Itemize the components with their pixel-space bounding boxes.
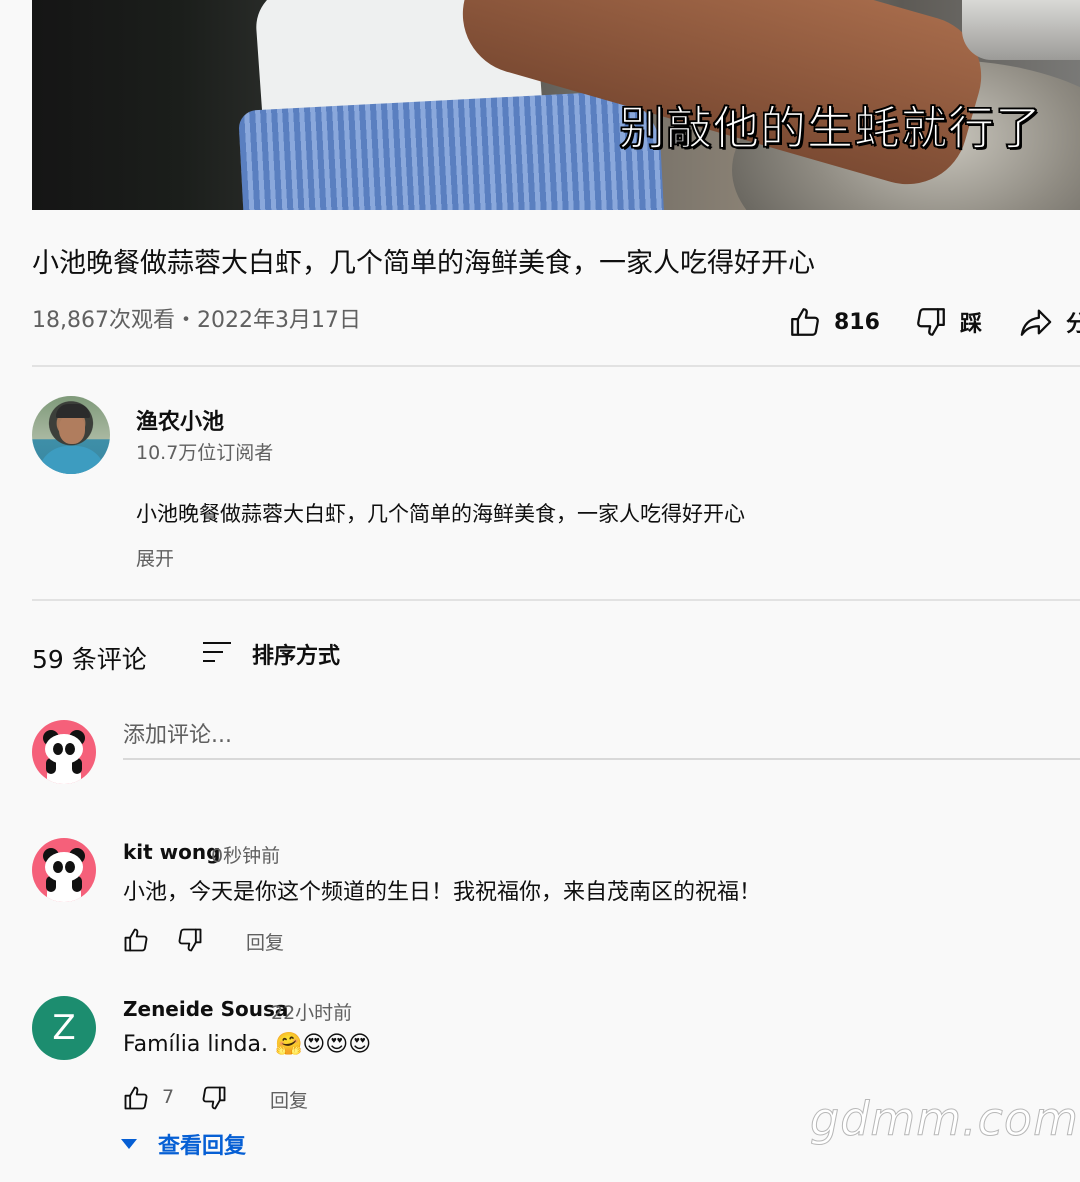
- divider: [32, 365, 1080, 367]
- thumbs-up-icon: [122, 928, 150, 958]
- channel-subscribers: 10.7万位订阅者: [136, 442, 274, 464]
- share-icon: [1018, 305, 1054, 339]
- comment-like-button[interactable]: [122, 926, 150, 958]
- comment-dislike-button[interactable]: [200, 1084, 228, 1116]
- channel-avatar[interactable]: [32, 396, 110, 474]
- comment-text: Família linda. 🤗😍😍😍: [123, 1032, 372, 1057]
- video-frame-pan: [962, 0, 1080, 60]
- sort-icon: [200, 638, 234, 670]
- add-comment-input[interactable]: 添加评论...: [123, 718, 1080, 760]
- dislike-button[interactable]: 踩: [914, 302, 982, 342]
- thumbs-up-icon: [788, 305, 822, 339]
- comment-avatar[interactable]: [32, 838, 96, 902]
- caret-down-icon: [120, 1135, 138, 1154]
- comment-avatar[interactable]: Z: [32, 996, 96, 1060]
- video-watch-page: 别敲他的生蚝就行了 小池晚餐做蒜蓉大白虾，几个简单的海鲜美食，一家人吃得好开心 …: [0, 0, 1080, 1182]
- channel-name[interactable]: 渔农小池: [136, 404, 224, 436]
- expand-description-button[interactable]: 展开: [136, 544, 174, 571]
- video-meta: 18,867次观看・2022年3月17日: [32, 308, 361, 333]
- reply-button[interactable]: 回复: [270, 1086, 308, 1113]
- comment-author[interactable]: kit wong: [123, 840, 220, 864]
- thumbs-down-icon: [914, 305, 948, 339]
- watermark: gdmm.com: [810, 1092, 1079, 1147]
- video-frame-apron: [238, 89, 666, 210]
- comment-like-count: 7: [162, 1086, 175, 1108]
- comment-author[interactable]: Zeneide Sousa: [123, 997, 288, 1021]
- divider: [32, 599, 1080, 601]
- video-title: 小池晚餐做蒜蓉大白虾，几个简单的海鲜美食，一家人吃得好开心: [32, 248, 815, 279]
- like-count: 816: [834, 309, 880, 335]
- thumbs-down-icon: [176, 928, 204, 958]
- comment-dislike-button[interactable]: [176, 926, 204, 958]
- sort-label: 排序方式: [252, 644, 341, 669]
- video-description: 小池晚餐做蒜蓉大白虾，几个简单的海鲜美食，一家人吃得好开心: [136, 502, 745, 526]
- like-button[interactable]: 816: [788, 302, 880, 342]
- thumbs-down-icon: [200, 1086, 228, 1116]
- comment-like-button[interactable]: [122, 1084, 150, 1116]
- comment-text: 小池，今天是你这个频道的生日！我祝福你，来自茂南区的祝福！: [123, 880, 762, 905]
- view-replies-button[interactable]: 查看回复: [120, 1128, 246, 1160]
- comment-time[interactable]: 0秒钟前: [211, 841, 280, 868]
- sort-button[interactable]: 排序方式: [200, 638, 340, 670]
- dislike-label: 踩: [960, 312, 983, 337]
- comment-count: 59 条评论: [32, 645, 147, 674]
- share-label: 分: [1066, 312, 1080, 337]
- video-subtitle: 别敲他的生蚝就行了: [618, 100, 1042, 156]
- user-avatar: [32, 720, 96, 784]
- video-player[interactable]: 别敲他的生蚝就行了: [32, 0, 1080, 210]
- reply-button[interactable]: 回复: [246, 928, 284, 955]
- thumbs-up-icon: [122, 1086, 150, 1116]
- view-replies-label: 查看回复: [158, 1134, 247, 1159]
- share-button[interactable]: 分: [1018, 302, 1080, 342]
- comment-time[interactable]: 22小时前: [271, 998, 352, 1025]
